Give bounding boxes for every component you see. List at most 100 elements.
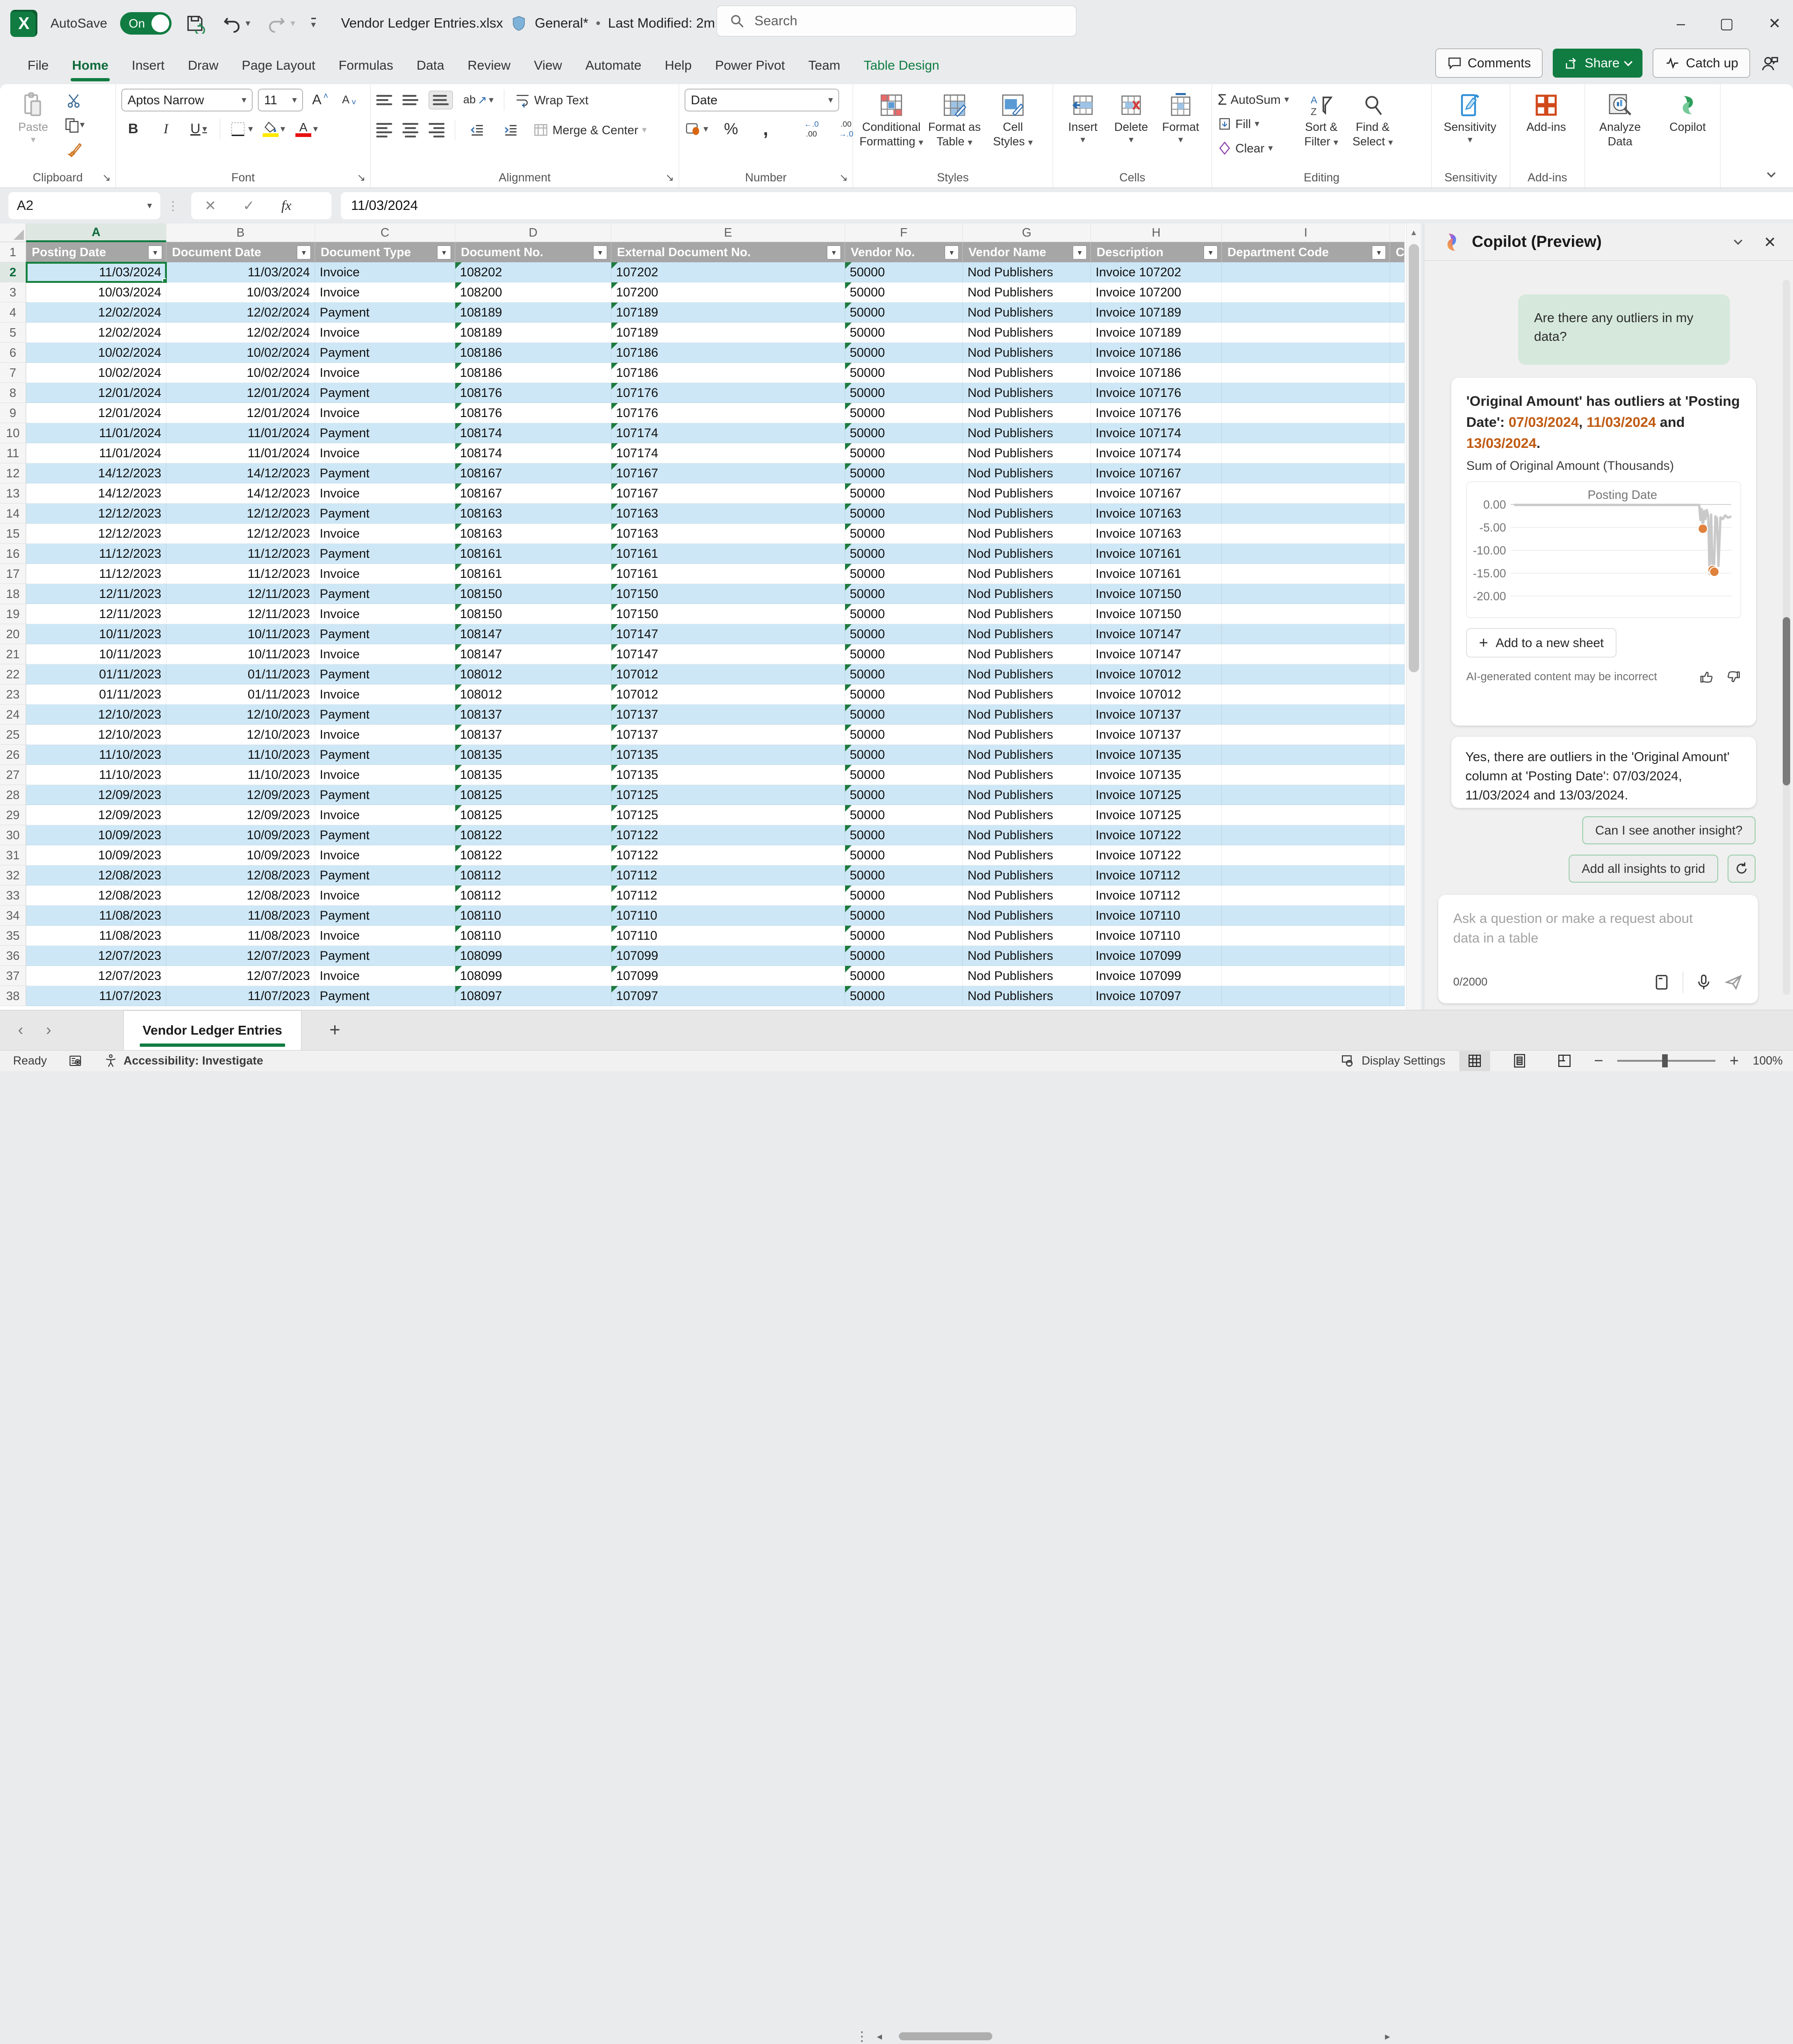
cell-I10[interactable] [1222, 423, 1390, 443]
cell-B13[interactable]: 14/12/2023 [166, 483, 315, 504]
cell-F4[interactable]: 50000 [845, 302, 963, 323]
page-break-preview-button[interactable] [1549, 1051, 1580, 1071]
increase-decimal-button[interactable]: ←.0.00 [800, 118, 823, 140]
cell-H19[interactable]: Invoice 107150 [1091, 604, 1222, 624]
scrollbar-resize-handle[interactable]: ⋮ [855, 2029, 868, 2044]
cell-B36[interactable]: 12/07/2023 [166, 946, 315, 966]
cell-A21[interactable]: 10/11/2023 [26, 644, 166, 664]
cell-C14[interactable]: Payment [315, 504, 455, 524]
bottom-align-button[interactable] [429, 91, 453, 109]
filter-button-E[interactable]: ▾ [827, 245, 841, 259]
cell-D13[interactable]: 108167 [455, 483, 611, 504]
cell-A14[interactable]: 12/12/2023 [26, 504, 166, 524]
cell-B34[interactable]: 11/08/2023 [166, 906, 315, 926]
row-number-37[interactable]: 37 [0, 966, 26, 986]
cell-I33[interactable] [1222, 885, 1390, 906]
cell-B26[interactable]: 11/10/2023 [166, 745, 315, 765]
normal-view-button[interactable] [1459, 1051, 1490, 1071]
cell-G10[interactable]: Nod Publishers [963, 423, 1091, 443]
cell-E29[interactable]: 107125 [611, 805, 845, 825]
cell-F22[interactable]: 50000 [845, 664, 963, 684]
cell-I7[interactable] [1222, 363, 1390, 383]
zoom-in-button[interactable]: + [1729, 1052, 1739, 1070]
formula-input[interactable]: 11/03/2024 [341, 192, 1793, 219]
cell-G27[interactable]: Nod Publishers [963, 765, 1091, 785]
fill-color-button[interactable]: ▾ [262, 118, 286, 140]
cut-button[interactable] [64, 91, 85, 110]
format-painter-button[interactable] [64, 139, 85, 159]
grid-vertical-scrollbar[interactable]: ▲ [1406, 223, 1421, 1010]
cell-I9[interactable] [1222, 403, 1390, 423]
cell-F21[interactable]: 50000 [845, 644, 963, 664]
cell-F13[interactable]: 50000 [845, 483, 963, 504]
cell-H8[interactable]: Invoice 107176 [1091, 383, 1222, 403]
cell-D23[interactable]: 108012 [455, 684, 611, 705]
row-number-21[interactable]: 21 [0, 644, 26, 664]
cell-E24[interactable]: 107137 [611, 705, 845, 725]
cell-F16[interactable]: 50000 [845, 544, 963, 564]
cell-B2[interactable]: 11/03/2024 [166, 262, 315, 282]
row-number-13[interactable]: 13 [0, 483, 26, 504]
cell-I5[interactable] [1222, 323, 1390, 343]
scroll-up-icon[interactable]: ▲ [1406, 223, 1421, 242]
cell-B10[interactable]: 11/01/2024 [166, 423, 315, 443]
cell-B33[interactable]: 12/08/2023 [166, 885, 315, 906]
cell-B35[interactable]: 11/08/2023 [166, 926, 315, 946]
column-header-B[interactable]: B [166, 223, 315, 242]
tab-home[interactable]: Home [60, 47, 120, 84]
cell-D34[interactable]: 108110 [455, 906, 611, 926]
cell-H33[interactable]: Invoice 107112 [1091, 885, 1222, 906]
filter-button-H[interactable]: ▾ [1204, 245, 1218, 259]
cell-D2[interactable]: 108202 [455, 262, 611, 282]
cell-G24[interactable]: Nod Publishers [963, 705, 1091, 725]
cell-E10[interactable]: 107174 [611, 423, 845, 443]
filter-button-G[interactable]: ▾ [1073, 245, 1087, 259]
table-header-B[interactable]: Document Date▾ [166, 242, 315, 262]
cell-I13[interactable] [1222, 483, 1390, 504]
thumbs-down-icon[interactable] [1726, 669, 1741, 684]
suggestion-chip-add-insights[interactable]: Add all insights to grid [1569, 855, 1718, 883]
cell-C18[interactable]: Payment [315, 584, 455, 604]
copilot-close-icon[interactable]: ✕ [1764, 233, 1776, 251]
cell-E35[interactable]: 107110 [611, 926, 845, 946]
cell-E3[interactable]: 107200 [611, 282, 845, 302]
cell-A11[interactable]: 11/01/2024 [26, 443, 166, 463]
cell-C36[interactable]: Payment [315, 946, 455, 966]
table-header-C[interactable]: Document Type▾ [315, 242, 455, 262]
cell-H15[interactable]: Invoice 107163 [1091, 524, 1222, 544]
cell-B29[interactable]: 12/09/2023 [166, 805, 315, 825]
cell-G34[interactable]: Nod Publishers [963, 906, 1091, 926]
people-presence-icon[interactable] [1760, 54, 1779, 72]
cell-G17[interactable]: Nod Publishers [963, 564, 1091, 584]
cell-A35[interactable]: 11/08/2023 [26, 926, 166, 946]
cell-I22[interactable] [1222, 664, 1390, 684]
cell-B20[interactable]: 10/11/2023 [166, 624, 315, 644]
cell-G37[interactable]: Nod Publishers [963, 966, 1091, 986]
cell-D38[interactable]: 108097 [455, 986, 611, 1006]
column-header-A[interactable]: A [26, 223, 166, 242]
cell-I19[interactable] [1222, 604, 1390, 624]
font-color-button[interactable]: A▾ [295, 118, 318, 140]
cell-E14[interactable]: 107163 [611, 504, 845, 524]
cell-C8[interactable]: Payment [315, 383, 455, 403]
collapse-ribbon-icon[interactable] [1767, 169, 1775, 177]
cell-I2[interactable] [1222, 262, 1390, 282]
conditional-formatting-button[interactable]: Conditional Formatting ▾ [859, 89, 924, 149]
row-number-36[interactable]: 36 [0, 946, 26, 966]
cell-H38[interactable]: Invoice 107097 [1091, 986, 1222, 1006]
clipboard-dialog-launcher[interactable]: ↘ [102, 172, 111, 184]
cell-F14[interactable]: 50000 [845, 504, 963, 524]
suggestion-chip-another-insight[interactable]: Can I see another insight? [1582, 816, 1756, 844]
cell-G2[interactable]: Nod Publishers [963, 262, 1091, 282]
cell-I16[interactable] [1222, 544, 1390, 564]
cell-C2[interactable]: Invoice [315, 262, 455, 282]
cell-I8[interactable] [1222, 383, 1390, 403]
cell-C11[interactable]: Invoice [315, 443, 455, 463]
cell-H3[interactable]: Invoice 107200 [1091, 282, 1222, 302]
cell-C22[interactable]: Payment [315, 664, 455, 684]
filter-button-A[interactable]: ▾ [148, 245, 162, 259]
cell-A32[interactable]: 12/08/2023 [26, 865, 166, 885]
row-number-15[interactable]: 15 [0, 524, 26, 544]
cell-B18[interactable]: 12/11/2023 [166, 584, 315, 604]
tab-power-pivot[interactable]: Power Pivot [703, 47, 796, 84]
